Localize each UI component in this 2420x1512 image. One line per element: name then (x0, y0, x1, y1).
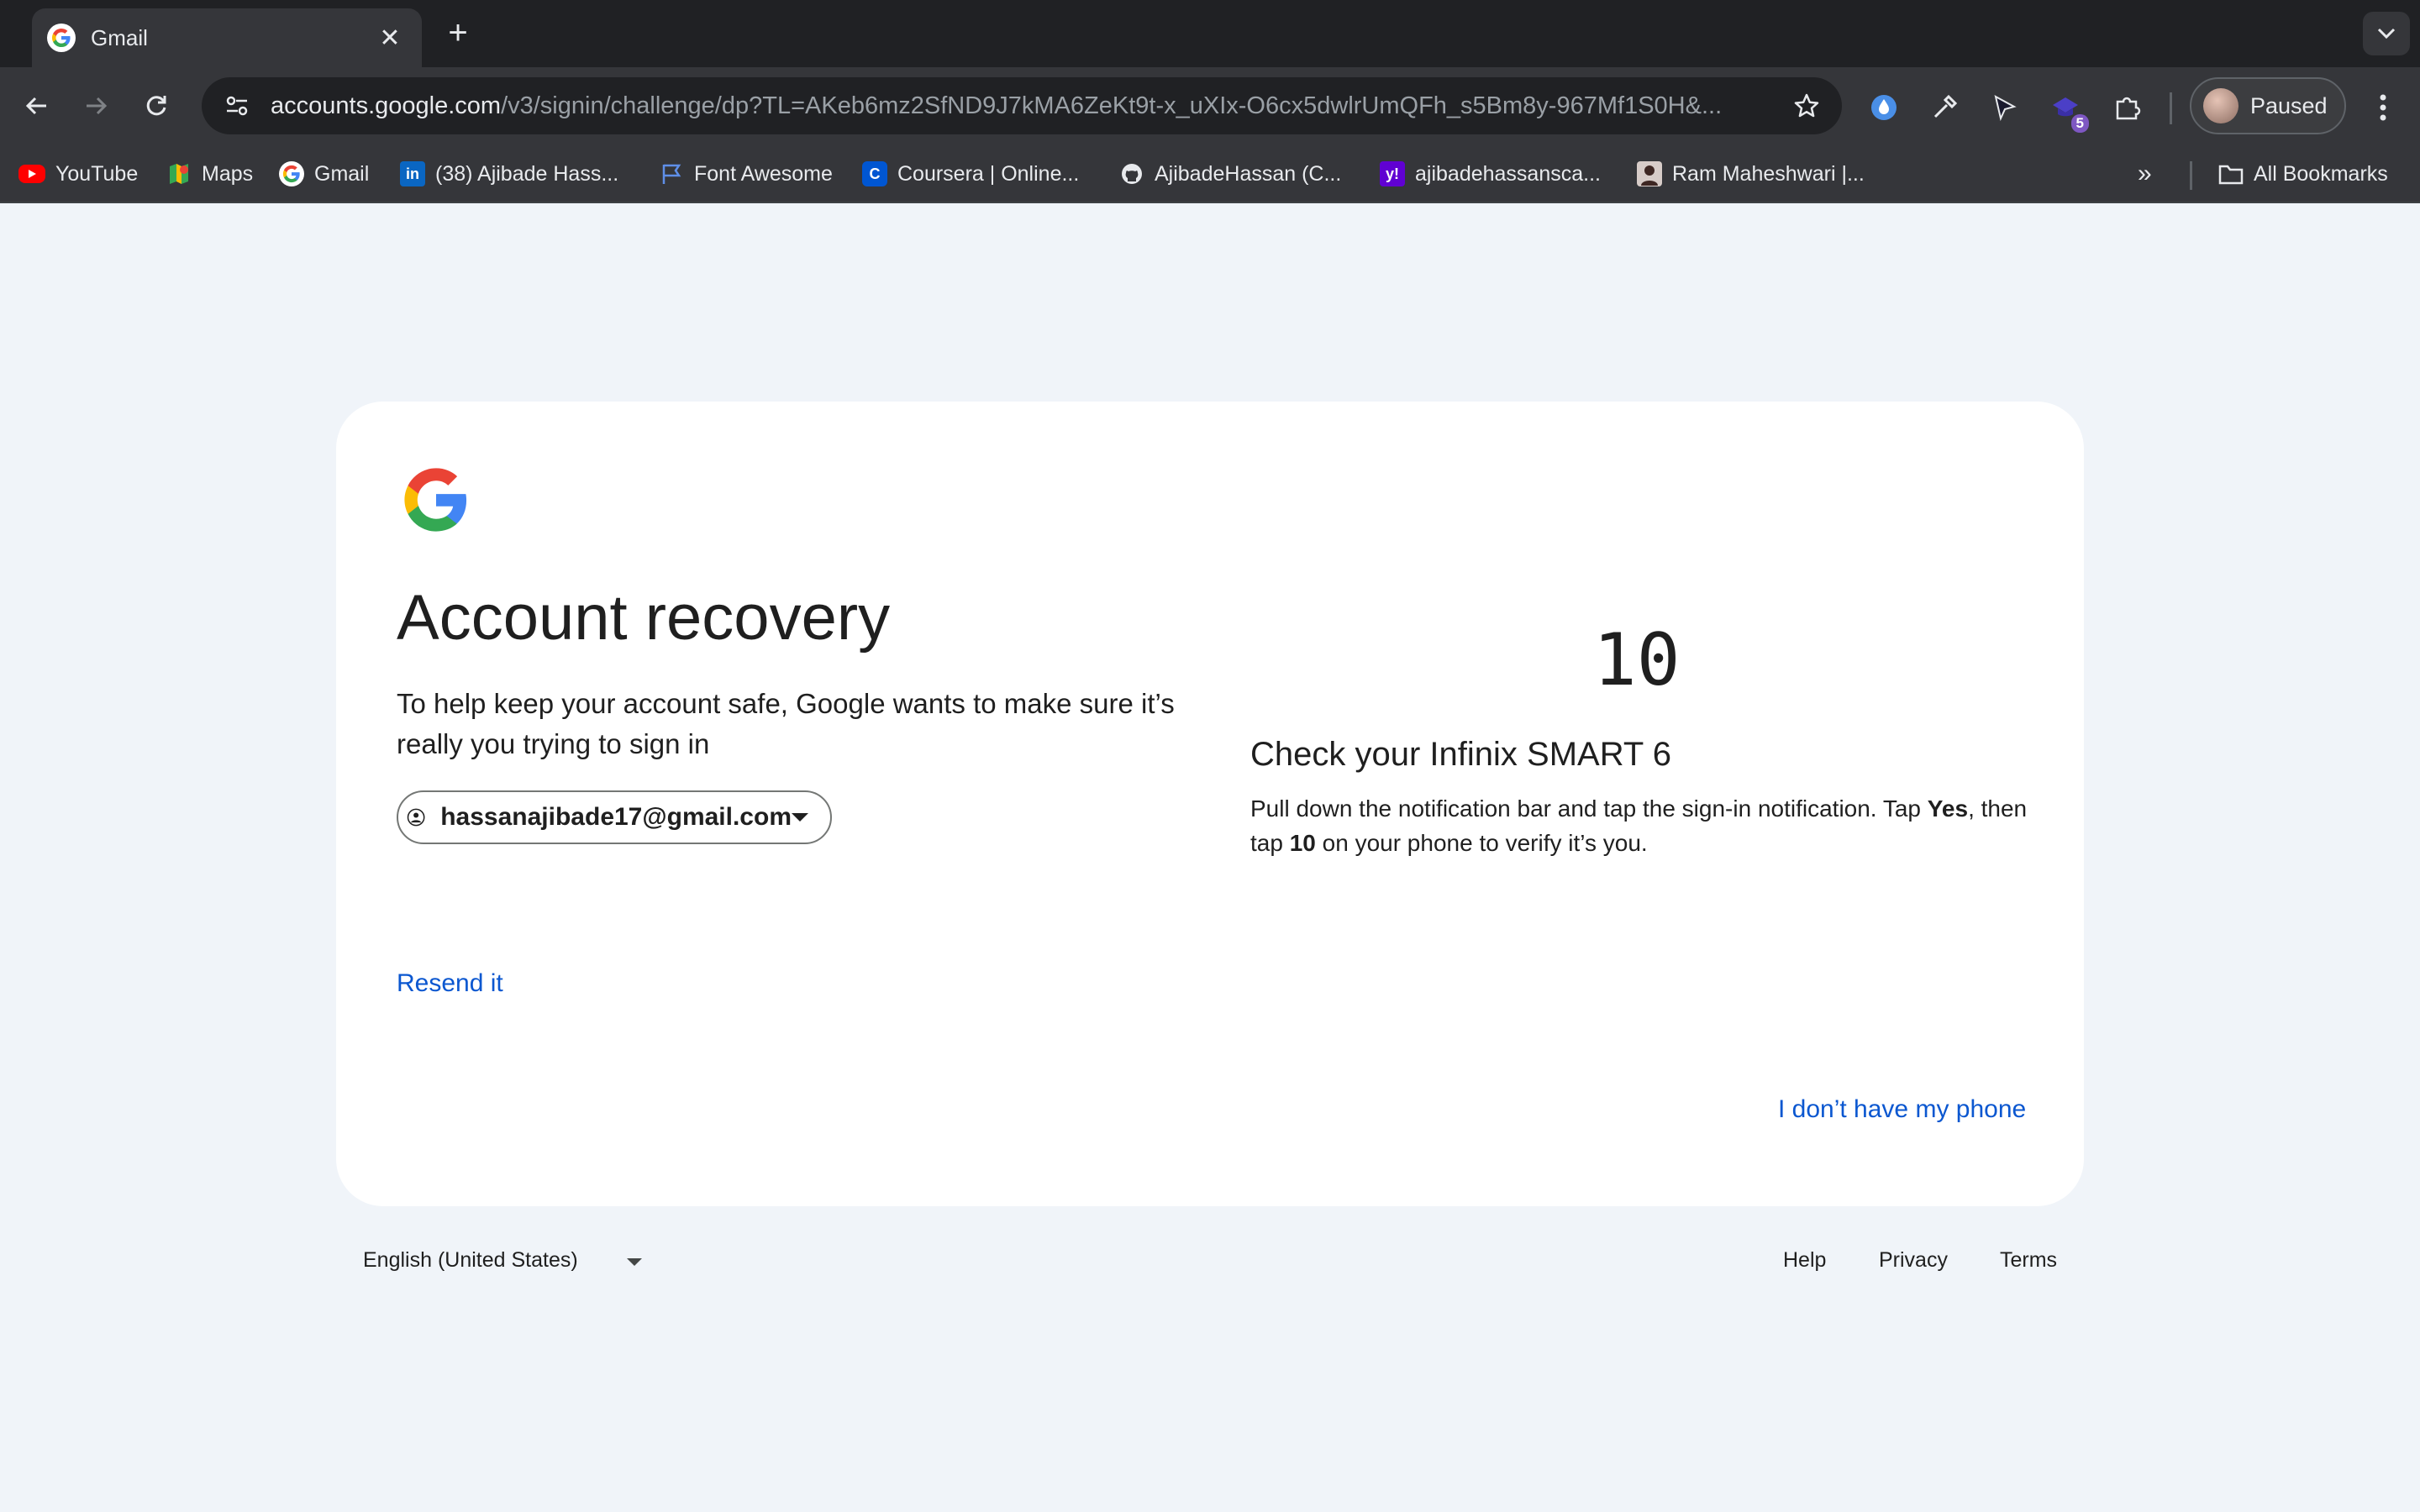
profile-button[interactable]: Paused (2190, 77, 2346, 134)
url-text[interactable]: accounts.google.com/v3/signin/challenge/… (271, 92, 1788, 120)
url-host: accounts.google.com (271, 92, 502, 119)
language-select[interactable]: English (United States) (363, 1248, 578, 1273)
privacy-link[interactable]: Privacy (1879, 1248, 1948, 1273)
bookmark-font-awesome[interactable]: Font Awesome (659, 159, 833, 189)
bookmark-maps[interactable]: Maps (166, 159, 253, 189)
portrait-icon (1637, 161, 1662, 186)
bookmark-linkedin[interactable]: in (38) Ajibade Hass... (400, 159, 618, 189)
avatar (2203, 88, 2238, 123)
bookmark-label: (38) Ajibade Hass... (435, 161, 619, 186)
account-recovery-card: Account recovery To help keep your accou… (336, 402, 2084, 1206)
number-emphasis: 10 (1289, 830, 1316, 856)
reload-icon (146, 96, 166, 116)
bookmark-gmail[interactable]: Gmail (279, 159, 369, 189)
arrow-right-icon (87, 97, 108, 115)
profile-status: Paused (2250, 92, 2328, 118)
bookmark-label: YouTube (55, 161, 139, 186)
bookmark-label: Font Awesome (694, 161, 833, 186)
cursor-extension-icon[interactable] (1986, 89, 2023, 126)
bookmark-label: Gmail (314, 161, 370, 186)
yahoo-icon: y! (1380, 161, 1405, 186)
flag-icon (659, 161, 684, 186)
help-link[interactable]: Help (1783, 1248, 1826, 1273)
all-bookmarks-label: All Bookmarks (2254, 161, 2388, 186)
check-device-title: Check your Infinix SMART 6 (1250, 736, 1671, 773)
account-chip[interactable]: hassanajibade17@gmail.com (397, 790, 832, 844)
more-bookmarks-icon[interactable]: » (2138, 160, 2152, 188)
bookmark-label: AjibadeHassan (C... (1155, 161, 1342, 186)
verification-number: 10 (1593, 618, 1681, 702)
extension-cap-icon[interactable]: 5 (2047, 89, 2089, 133)
back-button[interactable] (17, 86, 57, 126)
terms-link[interactable]: Terms (2000, 1248, 2057, 1273)
bookmark-label: Ram Maheshwari |... (1672, 161, 1865, 186)
bookmark-youtube[interactable]: YouTube (18, 159, 138, 189)
forward-button[interactable] (76, 86, 116, 126)
address-bar[interactable]: accounts.google.com/v3/signin/challenge/… (202, 77, 1842, 134)
bookmark-label: Coursera | Online... (897, 161, 1080, 186)
linkedin-icon: in (400, 161, 425, 186)
page-title: Account recovery (397, 582, 891, 654)
bookmark-coursera[interactable]: C Coursera | Online... (862, 159, 1079, 189)
maps-icon (166, 161, 192, 186)
chevron-down-icon (2377, 28, 2396, 39)
yes-emphasis: Yes (1927, 795, 1969, 822)
caret-down-icon[interactable] (627, 1258, 642, 1266)
tab-gmail[interactable]: Gmail ✕ (32, 8, 422, 67)
youtube-icon (18, 165, 45, 183)
google-icon (47, 24, 76, 52)
reload-button[interactable] (136, 86, 176, 126)
google-logo-icon (404, 468, 467, 532)
extension-badge: 5 (2070, 114, 2089, 133)
site-info-icon[interactable] (218, 87, 255, 124)
bookmark-github[interactable]: AjibadeHassan (C... (1119, 159, 1341, 189)
page-footer: English (United States) Help Privacy Ter… (336, 1242, 2084, 1282)
extension-droplet-icon[interactable] (1865, 89, 1902, 126)
tab-strip: Gmail ✕ + (0, 0, 2420, 67)
browser-toolbar: accounts.google.com/v3/signin/challenge/… (0, 67, 2420, 144)
resend-link[interactable]: Resend it (397, 969, 503, 998)
more-menu-icon[interactable] (2366, 89, 2400, 126)
new-tab-button[interactable]: + (439, 13, 477, 52)
caret-down-icon (792, 813, 808, 822)
coursera-icon: C (862, 161, 887, 186)
tab-search-button[interactable] (2363, 12, 2410, 55)
account-circle-icon (407, 808, 425, 827)
account-email: hassanajibade17@gmail.com (440, 803, 792, 831)
toolbar-divider (2170, 92, 2172, 124)
github-icon (1119, 161, 1144, 186)
bookmarks-bar: YouTube Maps Gmail in (38) Ajibade Hass.… (0, 144, 2420, 203)
page-description: To help keep your account safe, Google w… (397, 688, 1175, 759)
arrow-left-icon (25, 97, 46, 115)
tab-title: Gmail (91, 24, 148, 50)
check-device-instructions: Pull down the notification bar and tap t… (1250, 795, 2028, 856)
url-path: /v3/signin/challenge/dp?TL=AKeb6mz2SfND9… (501, 92, 1723, 119)
folder-icon (2218, 161, 2244, 186)
bookmark-ram-maheshwari[interactable]: Ram Maheshwari |... (1637, 159, 1865, 189)
eyedropper-icon[interactable] (1926, 89, 1963, 126)
google-icon (279, 161, 304, 186)
bookmark-label: ajibadehassansca... (1415, 161, 1601, 186)
extensions-puzzle-icon[interactable] (2109, 89, 2146, 126)
bookmark-star-icon[interactable] (1788, 87, 1825, 124)
no-phone-link[interactable]: I don’t have my phone (1778, 1095, 2026, 1124)
bookmark-yahoo[interactable]: y! ajibadehassansca... (1380, 159, 1601, 189)
bookmark-label: Maps (202, 161, 254, 186)
all-bookmarks-button[interactable]: All Bookmarks (2218, 159, 2388, 189)
close-tab-icon[interactable]: ✕ (373, 24, 407, 53)
bookmarks-divider (2190, 161, 2192, 190)
